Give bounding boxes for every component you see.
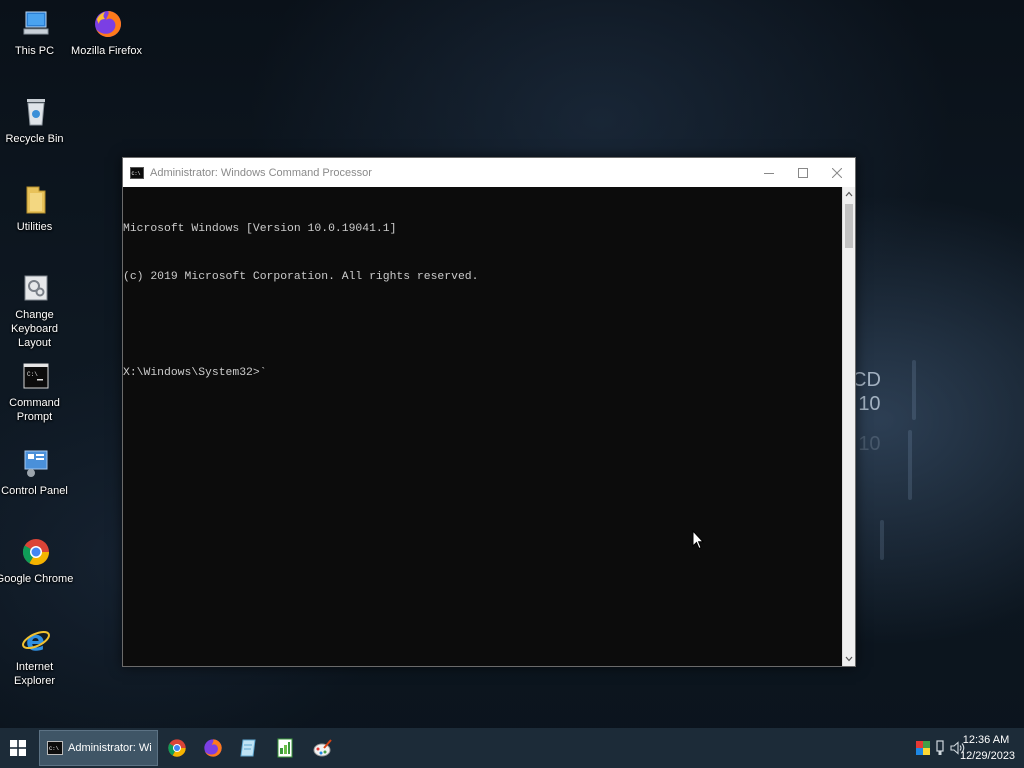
control-panel-icon	[20, 448, 52, 480]
windows-logo-icon	[10, 740, 26, 756]
desktop-icon-label: Change Keyboard Layout	[10, 309, 59, 349]
chevron-down-icon	[845, 656, 853, 662]
command-prompt-icon: C:\	[20, 360, 52, 392]
console-scrollbar[interactable]	[842, 187, 855, 666]
maximize-button[interactable]	[786, 158, 820, 187]
desktop-icon-label: This PC	[14, 45, 55, 57]
paint-icon	[313, 739, 332, 757]
firefox-icon	[204, 739, 222, 757]
console-prompt-line: X:\Windows\System32>`	[123, 367, 267, 379]
maximize-icon	[798, 167, 808, 178]
notepad-icon	[240, 739, 256, 757]
mouse-cursor-icon	[692, 530, 704, 550]
window-title: Administrator: Windows Command Processor	[150, 166, 372, 179]
desktop-icon-label: Recycle Bin	[5, 133, 64, 145]
command-prompt-window[interactable]: C:\ Administrator: Windows Command Proce…	[122, 157, 856, 667]
close-button[interactable]	[820, 158, 854, 187]
desktop-icon-firefox[interactable]: Mozilla Firefox	[71, 8, 144, 58]
scrollbar-thumb[interactable]	[845, 204, 853, 248]
usb-icon[interactable]	[935, 740, 945, 756]
taskbar-item-label: Administrator: Win...	[68, 742, 152, 754]
wallpaper-text: CD 10 10	[852, 368, 881, 456]
desktop-icon-label: Google Chrome	[0, 573, 74, 585]
wallpaper-glow	[912, 360, 916, 420]
taskbar-pin-spreadsheet[interactable]	[273, 736, 297, 760]
scroll-up-button[interactable]	[843, 187, 855, 201]
svg-text:C:\: C:\	[27, 371, 38, 378]
spreadsheet-icon	[277, 738, 293, 758]
window-titlebar[interactable]: C:\ Administrator: Windows Command Proce…	[123, 158, 855, 187]
taskbar-clock[interactable]: 12:36 AM 12/29/2023	[960, 732, 1016, 764]
desktop-icon-this-pc[interactable]: This PC	[0, 8, 72, 58]
taskbar-pin-firefox[interactable]	[201, 736, 225, 760]
desktop-icon-label: Utilities	[16, 221, 53, 233]
desktop-icon-label: Command Prompt	[9, 397, 60, 423]
desktop-icon-change-keyboard-layout[interactable]: Change Keyboard Layout	[0, 272, 72, 350]
console-line: Microsoft Windows [Version 10.0.19041.1]	[123, 223, 397, 235]
desktop-icon-google-chrome[interactable]: Google Chrome	[0, 536, 74, 586]
folder-icon	[20, 184, 52, 216]
taskbar-pin-chrome[interactable]	[165, 736, 189, 760]
taskbar-item-command-prompt[interactable]: C:\ Administrator: Win...	[39, 730, 158, 766]
scroll-down-button[interactable]	[843, 652, 855, 666]
chrome-icon	[20, 536, 52, 568]
desktop-icon-internet-explorer[interactable]: e Internet Explorer	[0, 624, 72, 688]
taskbar-pin-paint[interactable]	[311, 736, 335, 760]
svg-text:C:\: C:\	[132, 171, 141, 177]
wallpaper-text-line3: 10	[858, 433, 881, 455]
internet-explorer-icon: e	[20, 624, 52, 656]
console-output[interactable]: Microsoft Windows [Version 10.0.19041.1]…	[123, 187, 842, 666]
this-pc-icon	[20, 8, 52, 40]
wallpaper-glow	[908, 430, 912, 500]
clock-time: 12:36 AM	[962, 734, 1010, 746]
desktop-icon-command-prompt[interactable]: C:\ Command Prompt	[0, 360, 72, 424]
desktop-icon-control-panel[interactable]: Control Panel	[0, 448, 72, 498]
wallpaper-text-line2: 10	[858, 393, 881, 415]
taskbar: C:\ Administrator: Win...	[0, 728, 1024, 768]
start-button[interactable]	[0, 728, 36, 768]
close-icon	[832, 167, 842, 178]
desktop-icon-label: Internet Explorer	[14, 661, 55, 687]
system-tray	[916, 738, 966, 758]
color-palette-icon[interactable]	[916, 741, 930, 755]
command-prompt-icon: C:\	[47, 741, 63, 755]
desktop-icon-label: Control Panel	[1, 485, 68, 497]
clock-date: 12/29/2023	[960, 750, 1016, 762]
wallpaper-glow	[880, 520, 884, 560]
minimize-button[interactable]	[752, 158, 786, 187]
recycle-bin-icon	[20, 96, 52, 128]
keyboard-layout-icon	[20, 272, 52, 304]
console-app-icon: C:\	[130, 166, 144, 179]
taskbar-pin-notepad[interactable]	[237, 736, 261, 760]
svg-text:e: e	[26, 625, 45, 655]
wallpaper-text-line1: CD	[852, 369, 881, 391]
desktop-icon-label: Mozilla Firefox	[71, 45, 142, 57]
desktop-icon-utilities[interactable]: Utilities	[0, 184, 72, 234]
desktop-icon-recycle-bin[interactable]: Recycle Bin	[0, 96, 72, 146]
console-line: (c) 2019 Microsoft Corporation. All righ…	[123, 271, 479, 283]
minimize-icon	[764, 172, 774, 174]
chevron-up-icon	[845, 191, 853, 197]
firefox-icon	[92, 8, 124, 40]
svg-text:C:\: C:\	[49, 745, 59, 752]
chrome-icon	[168, 739, 186, 757]
